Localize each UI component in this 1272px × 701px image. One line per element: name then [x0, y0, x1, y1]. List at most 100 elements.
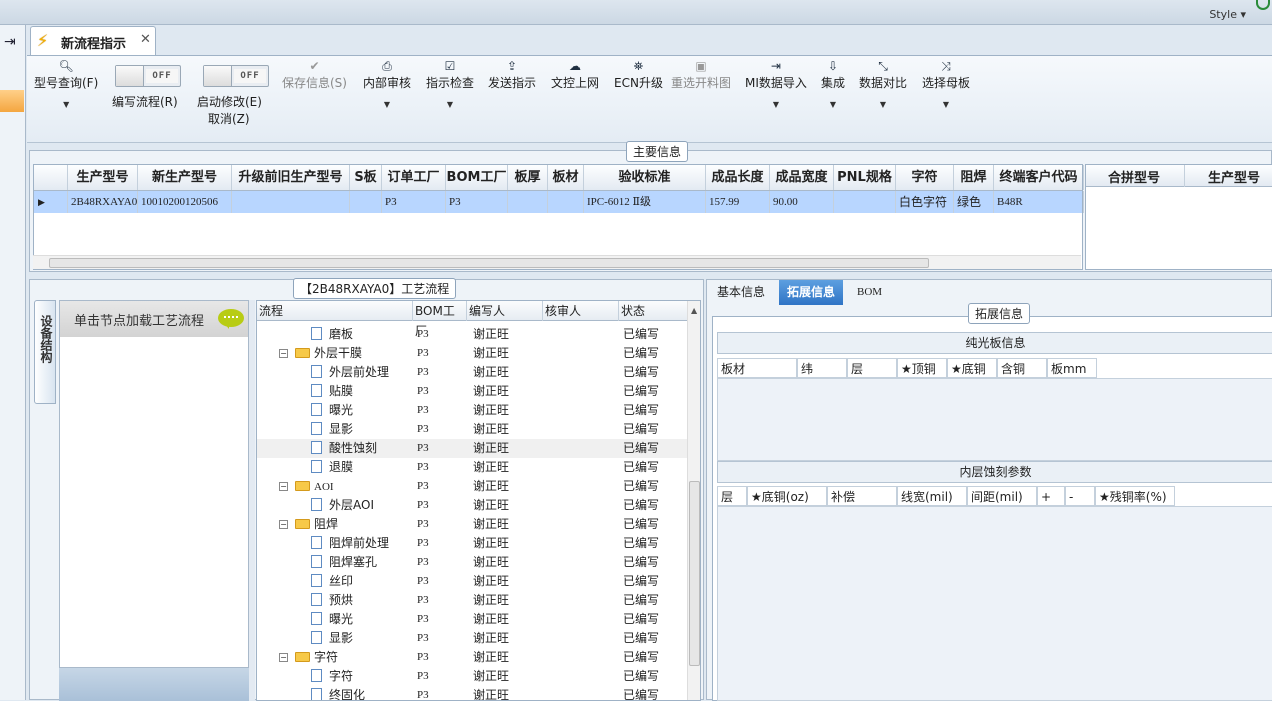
col-header[interactable]: ★残铜率(%) — [1095, 486, 1175, 506]
table-cell[interactable]: 10010200120506 — [138, 191, 232, 213]
tree-row[interactable]: − 外层干膜 P3 谢正旺 已编写 — [257, 344, 687, 363]
data-compare-button[interactable]: ⤡ 数据对比 ▼ — [859, 58, 907, 109]
tab-new-flow[interactable]: ⚡ 新流程指示 ✕ — [30, 26, 156, 55]
table-row[interactable]: ▶ 2B48RXAYA0 10010200120506 P3 P3 IPC-60… — [34, 191, 1084, 213]
equipment-structure-tab[interactable]: 设备结构 — [34, 300, 56, 404]
write-flow-toggle[interactable]: OFF — [115, 65, 181, 87]
col-header[interactable]: 生产型号 — [68, 165, 138, 190]
col-header[interactable]: 间距(mil) — [967, 486, 1037, 506]
col-header[interactable]: 终端客户代码 — [994, 165, 1084, 190]
tree-row[interactable]: 字符 P3 谢正旺 已编写 — [257, 667, 687, 686]
tree-row[interactable]: 曝光 P3 谢正旺 已编写 — [257, 401, 687, 420]
col-header[interactable]: 补偿 — [827, 486, 897, 506]
tree-row[interactable]: 显影 P3 谢正旺 已编写 — [257, 629, 687, 648]
col-header[interactable]: 板材 — [717, 358, 797, 378]
col-header[interactable]: 成品长度 — [706, 165, 770, 190]
login-icon[interactable]: ⇥ — [4, 34, 16, 50]
table-cell[interactable]: P3 — [382, 191, 446, 213]
col-header[interactable]: S板 — [350, 165, 382, 190]
col-header[interactable]: BOM工厂 — [446, 165, 508, 190]
doc-online-button[interactable]: ☁ 文控上网 — [551, 58, 599, 91]
vertical-scrollbar[interactable]: ▲ — [687, 301, 700, 700]
tree-row[interactable]: − AOI P3 谢正旺 已编写 — [257, 477, 687, 496]
splitter-handle[interactable] — [249, 300, 255, 700]
col-header[interactable]: 验收标准 — [584, 165, 706, 190]
col-header[interactable]: BOM工厂 — [413, 301, 467, 338]
collapse-icon[interactable]: − — [279, 349, 288, 358]
col-header[interactable]: 编写人 — [467, 301, 543, 321]
tree-row[interactable]: 贴膜 P3 谢正旺 已编写 — [257, 382, 687, 401]
col-header[interactable]: 层 — [847, 358, 897, 378]
ecn-upgrade-button[interactable]: ⛯ ECN升级 — [614, 58, 663, 91]
table-cell[interactable] — [834, 191, 896, 213]
table-cell[interactable]: B48R — [994, 191, 1084, 213]
tree-row[interactable]: − 阻焊 P3 谢正旺 已编写 — [257, 515, 687, 534]
col-header[interactable]: 成品宽度 — [770, 165, 834, 190]
select-mother-button[interactable]: ⤨ 选择母板 ▼ — [922, 58, 970, 109]
tab-bom[interactable]: BOM — [849, 280, 890, 305]
col-header[interactable]: 流程 — [257, 301, 413, 321]
tree-row[interactable]: 外层AOI P3 谢正旺 已编写 — [257, 496, 687, 515]
scroll-thumb[interactable] — [49, 258, 929, 268]
collapse-icon[interactable]: − — [279, 482, 288, 491]
col-header[interactable]: PNL规格 — [834, 165, 896, 190]
col-header[interactable]: 层 — [717, 486, 747, 506]
table-cell[interactable]: 绿色 — [954, 191, 994, 213]
tree-row[interactable]: 外层前处理 P3 谢正旺 已编写 — [257, 363, 687, 382]
internal-review-button[interactable]: ⎙ 内部审核 ▼ — [363, 58, 411, 109]
col-header[interactable]: 字符 — [896, 165, 954, 190]
col-header[interactable]: + — [1037, 486, 1065, 506]
tree-row[interactable]: 预烘 P3 谢正旺 已编写 — [257, 591, 687, 610]
collapse-icon[interactable]: − — [279, 520, 288, 529]
redo-cutting-button[interactable]: ▣ 重选开料图 — [671, 58, 731, 91]
tree-row[interactable]: 退膜 P3 谢正旺 已编写 — [257, 458, 687, 477]
col-header[interactable]: 线宽(mil) — [897, 486, 967, 506]
tree-row[interactable]: 终固化 P3 谢正旺 已编写 — [257, 686, 687, 700]
table-cell[interactable] — [548, 191, 584, 213]
tree-row[interactable]: 磨板 P3 谢正旺 已编写 — [257, 325, 687, 344]
send-instruction-button[interactable]: ⇪ 发送指示 — [488, 58, 536, 91]
close-icon[interactable]: ✕ — [140, 32, 151, 47]
tree-row[interactable]: 酸性蚀刻 P3 谢正旺 已编写 — [257, 439, 687, 458]
tab-extended-info[interactable]: 拓展信息 — [779, 280, 844, 305]
col-header[interactable]: 纬 — [797, 358, 847, 378]
integrate-button[interactable]: ⇩ 集成 ▼ — [821, 58, 845, 109]
table-cell[interactable]: P3 — [446, 191, 508, 213]
cancel-label[interactable]: 取消(Z) — [208, 110, 250, 127]
col-header[interactable]: 状态 — [619, 301, 687, 321]
tree-row[interactable]: 阻焊塞孔 P3 谢正旺 已编写 — [257, 553, 687, 572]
col-header[interactable]: - — [1065, 486, 1095, 506]
col-header[interactable]: 板厚 — [508, 165, 548, 190]
col-header[interactable]: 核审人 — [543, 301, 619, 321]
table-cell[interactable]: IPC-6012 Ⅱ级 — [584, 191, 706, 213]
col-header[interactable]: 板mm — [1047, 358, 1097, 378]
table-cell[interactable]: 157.99 — [706, 191, 770, 213]
col-header[interactable]: 生产型号 — [1208, 167, 1260, 186]
col-header[interactable]: 含铜 — [997, 358, 1047, 378]
mi-import-button[interactable]: ⇥ MI数据导入 ▼ — [745, 58, 807, 109]
table-cell[interactable]: 白色字符 — [896, 191, 954, 213]
tree-row[interactable]: 阻焊前处理 P3 谢正旺 已编写 — [257, 534, 687, 553]
table-cell[interactable]: 2B48RXAYA0 — [68, 191, 138, 213]
left-nav-selected[interactable] — [0, 90, 24, 112]
horizontal-scrollbar[interactable] — [33, 255, 1081, 269]
col-header[interactable]: 板材 — [548, 165, 584, 190]
tree-row[interactable]: 丝印 P3 谢正旺 已编写 — [257, 572, 687, 591]
scroll-thumb[interactable] — [689, 481, 700, 666]
tree-row[interactable]: 曝光 P3 谢正旺 已编写 — [257, 610, 687, 629]
col-header[interactable]: 阻焊 — [954, 165, 994, 190]
tab-basic-info[interactable]: 基本信息 — [709, 280, 773, 305]
col-header[interactable]: 新生产型号 — [138, 165, 232, 190]
save-info-button[interactable]: ✔ 保存信息(S) — [282, 58, 347, 91]
col-header[interactable]: 合拼型号 — [1108, 167, 1160, 186]
table-cell[interactable] — [508, 191, 548, 213]
col-header[interactable]: 升级前旧生产型号 — [232, 165, 350, 190]
col-header[interactable]: ★底铜(oz) — [747, 486, 827, 506]
table-cell[interactable] — [350, 191, 382, 213]
tree-row[interactable]: − 字符 P3 谢正旺 已编写 — [257, 648, 687, 667]
table-cell[interactable]: 90.00 — [770, 191, 834, 213]
table-cell[interactable] — [232, 191, 350, 213]
instruction-check-button[interactable]: ☑ 指示检查 ▼ — [426, 58, 474, 109]
col-header[interactable]: ★底铜 — [947, 358, 997, 378]
scroll-up-icon[interactable]: ▲ — [691, 306, 697, 315]
